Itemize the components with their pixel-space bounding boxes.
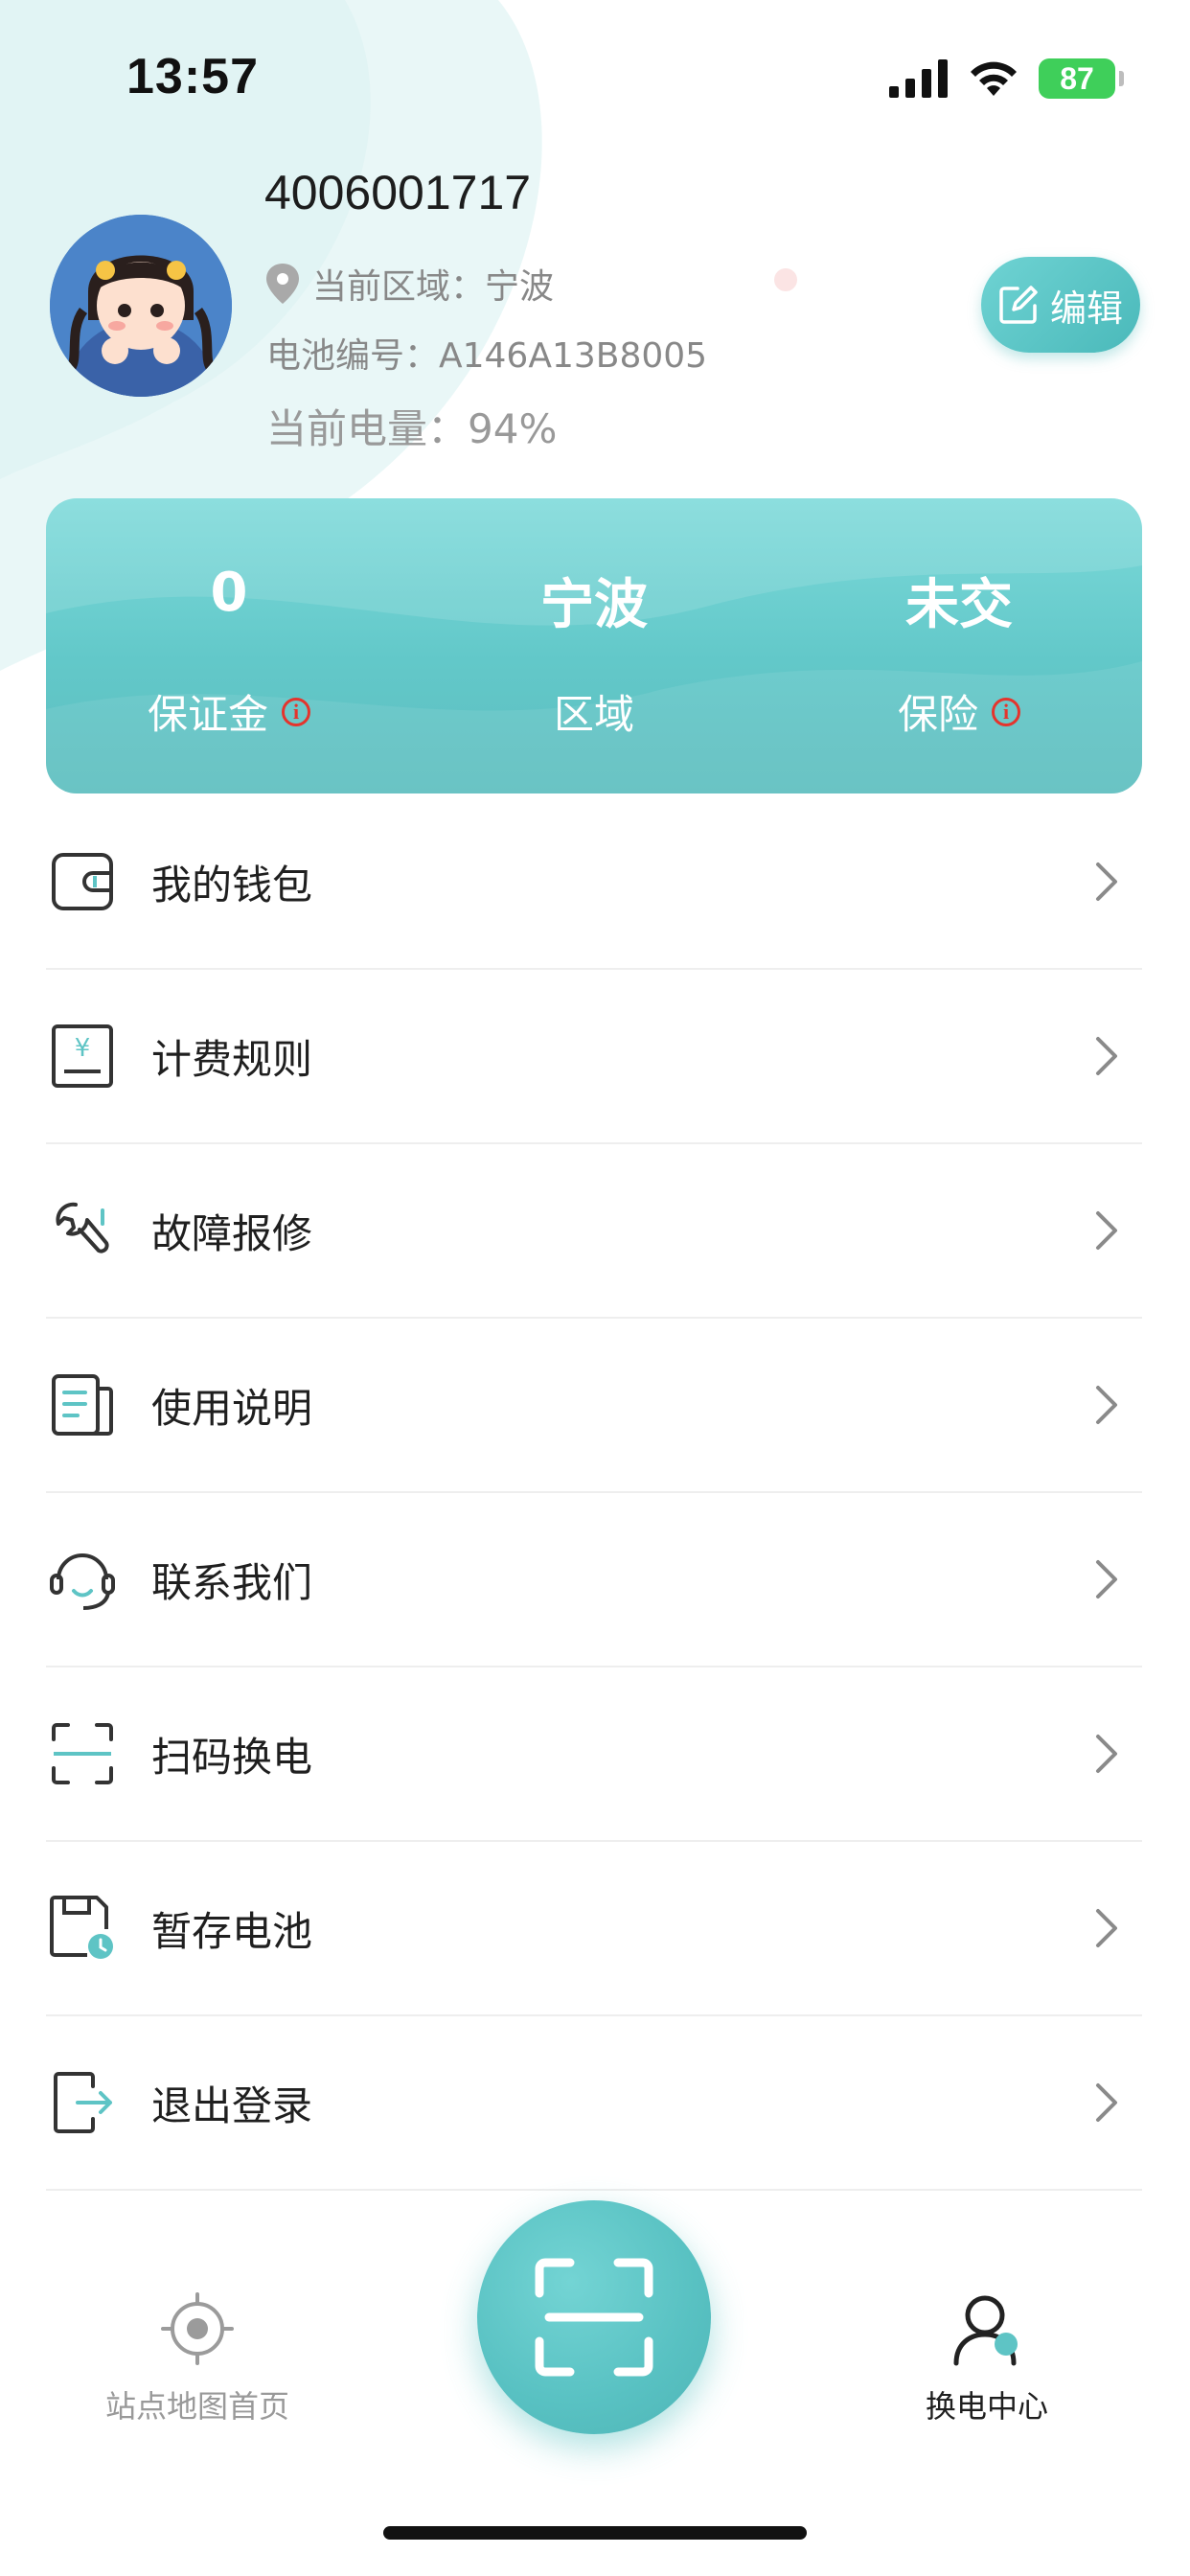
tab-swap-center-label: 换电中心 bbox=[925, 2388, 1048, 2425]
stat-region-label: 区域 bbox=[553, 691, 634, 738]
chevron-right-icon bbox=[1096, 2083, 1117, 2122]
menu-item-contact[interactable]: 联系我们 bbox=[46, 1493, 1142, 1668]
chevron-right-icon bbox=[1096, 1560, 1117, 1598]
menu-label: 联系我们 bbox=[151, 1558, 313, 1606]
menu-label: 暂存电池 bbox=[151, 1907, 313, 1955]
chevron-right-icon bbox=[1096, 1037, 1117, 1075]
chevron-right-icon bbox=[1096, 862, 1117, 901]
stat-insurance[interactable]: 未交 保险 i bbox=[776, 498, 1142, 794]
edit-button[interactable]: 编辑 bbox=[981, 257, 1140, 353]
stat-deposit[interactable]: 0 保证金 i bbox=[46, 498, 412, 794]
chevron-right-icon bbox=[1096, 1909, 1117, 1947]
document-icon bbox=[48, 1370, 117, 1439]
stat-insurance-label-row: 保险 i bbox=[776, 682, 1142, 741]
wallet-icon bbox=[48, 847, 117, 916]
stat-insurance-label: 保险 bbox=[897, 691, 978, 738]
chevron-right-icon bbox=[1096, 1386, 1117, 1424]
location-pin-icon bbox=[266, 264, 299, 304]
battery-level: 87 bbox=[1060, 60, 1094, 96]
menu-label: 我的钱包 bbox=[151, 861, 313, 908]
scan-icon bbox=[48, 1719, 117, 1788]
crosshair-location-icon bbox=[161, 2292, 234, 2365]
scan-icon bbox=[535, 2258, 653, 2377]
stat-region-value: 宁波 bbox=[540, 574, 648, 636]
save-battery-icon bbox=[48, 1894, 117, 1963]
region-info: 当前区域：宁波 bbox=[266, 259, 554, 309]
menu-label: 故障报修 bbox=[151, 1209, 313, 1257]
wrench-icon bbox=[48, 1196, 117, 1265]
stat-region[interactable]: 宁波 区域 bbox=[411, 498, 777, 794]
tab-swap-center[interactable]: 换电中心 bbox=[885, 2290, 1088, 2426]
menu-item-scan-swap[interactable]: 扫码换电 bbox=[46, 1668, 1142, 1842]
menu-label: 退出登录 bbox=[151, 2082, 313, 2129]
current-power: 当前电量：94% bbox=[266, 405, 558, 452]
menu-item-instructions[interactable]: 使用说明 bbox=[46, 1319, 1142, 1493]
headset-icon bbox=[48, 1545, 117, 1614]
signal-icon bbox=[889, 59, 948, 98]
tab-station-map[interactable]: 站点地图首页 bbox=[96, 2290, 299, 2426]
info-icon[interactable]: i bbox=[282, 697, 310, 726]
menu-label: 使用说明 bbox=[151, 1384, 313, 1432]
stats-card: 0 保证金 i 宁波 区域 未交 保险 i bbox=[46, 498, 1142, 794]
wifi-icon bbox=[971, 61, 1017, 96]
avatar-illustration bbox=[50, 215, 232, 397]
username: 4006001717 bbox=[264, 166, 532, 219]
info-icon[interactable]: i bbox=[992, 697, 1020, 726]
menu-list: 我的钱包 ¥ 计费规则 故障报修 使用说明 联系我们 扫码换电 暂存电池 退出登… bbox=[46, 795, 1142, 2191]
home-indicator bbox=[383, 2526, 807, 2540]
edit-icon bbox=[999, 286, 1038, 324]
tab-station-map-label: 站点地图首页 bbox=[104, 2388, 289, 2425]
avatar[interactable] bbox=[50, 215, 232, 397]
svg-text:¥: ¥ bbox=[75, 1034, 91, 1063]
menu-label: 扫码换电 bbox=[151, 1733, 313, 1781]
menu-item-billing[interactable]: ¥ 计费规则 bbox=[46, 970, 1142, 1144]
billing-icon: ¥ bbox=[48, 1022, 117, 1091]
status-time: 13:57 bbox=[126, 49, 259, 104]
chevron-right-icon bbox=[1096, 1211, 1117, 1250]
status-icons: 87 bbox=[889, 56, 1124, 102]
stat-deposit-value: 0 bbox=[210, 562, 248, 624]
menu-label: 计费规则 bbox=[151, 1035, 313, 1083]
region-label: 当前区域：宁波 bbox=[312, 267, 555, 307]
battery-icon: 87 bbox=[1039, 58, 1124, 99]
stat-insurance-value: 未交 bbox=[905, 574, 1013, 636]
user-profile-icon bbox=[953, 2295, 1018, 2366]
menu-item-logout[interactable]: 退出登录 bbox=[46, 2016, 1142, 2191]
chevron-right-icon bbox=[1096, 1735, 1117, 1773]
battery-id: 电池编号：A146A13B8005 bbox=[266, 336, 708, 376]
stat-deposit-label-row: 保证金 i bbox=[46, 682, 412, 741]
menu-item-repair[interactable]: 故障报修 bbox=[46, 1144, 1142, 1319]
menu-item-wallet[interactable]: 我的钱包 bbox=[46, 795, 1142, 970]
menu-item-store-battery[interactable]: 暂存电池 bbox=[46, 1842, 1142, 2016]
scan-fab-button[interactable] bbox=[477, 2200, 711, 2434]
edit-label: 编辑 bbox=[1049, 287, 1123, 330]
stat-region-label-row: 区域 bbox=[411, 682, 777, 741]
stat-deposit-label: 保证金 bbox=[147, 691, 268, 738]
logout-icon bbox=[48, 2068, 117, 2137]
